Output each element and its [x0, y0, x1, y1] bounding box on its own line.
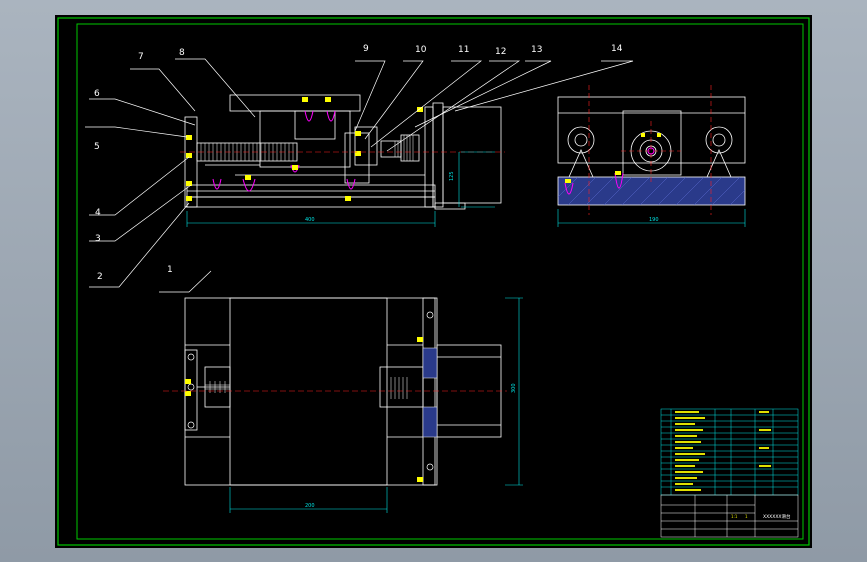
side-base-hatch: [557, 176, 746, 206]
side-view: [557, 96, 746, 178]
side-width-dim: 190: [649, 217, 659, 223]
part-label-10: 10: [415, 45, 427, 55]
part-label-11: 11: [458, 45, 469, 55]
assembly-drawing: 400 125 190 200 300 1 2 3 4 5 6 7 8 9 10…: [57, 17, 810, 546]
part-label-8: 8: [179, 48, 185, 58]
part-label-2: 2: [97, 272, 103, 282]
front-height-dim: 125: [449, 171, 455, 181]
front-length-dim: 400: [305, 217, 315, 223]
top-travel-dim: 200: [305, 503, 315, 509]
part-label-6: 6: [94, 89, 100, 99]
part-label-9: 9: [363, 44, 369, 54]
inner-frame: [76, 23, 804, 540]
part-label-7: 7: [138, 52, 144, 62]
leader-lines: [85, 58, 634, 293]
top-view: [184, 297, 502, 486]
front-dimensions: [186, 151, 495, 227]
part-label-5: 5: [94, 142, 100, 152]
part-label-13: 13: [531, 45, 542, 55]
title-sheet: 1: [745, 514, 748, 519]
top-screw-thread: [205, 377, 408, 399]
front-bolts: [212, 110, 356, 192]
title-scale: 1:1: [731, 514, 738, 519]
top-height-dim: 300: [511, 383, 517, 393]
top-dimensions: [229, 297, 523, 513]
part-label-4: 4: [95, 208, 101, 218]
part-label-1: 1: [167, 265, 173, 275]
parts-list: [660, 408, 799, 496]
part-label-3: 3: [95, 234, 101, 244]
part-label-12: 12: [495, 47, 506, 57]
part-label-14: 14: [611, 44, 623, 54]
cad-viewport[interactable]: 400 125 190 200 300 1 2 3 4 5 6 7 8 9 10…: [55, 15, 812, 548]
title-drawing-name: XXXXXX滑台: [763, 513, 791, 520]
